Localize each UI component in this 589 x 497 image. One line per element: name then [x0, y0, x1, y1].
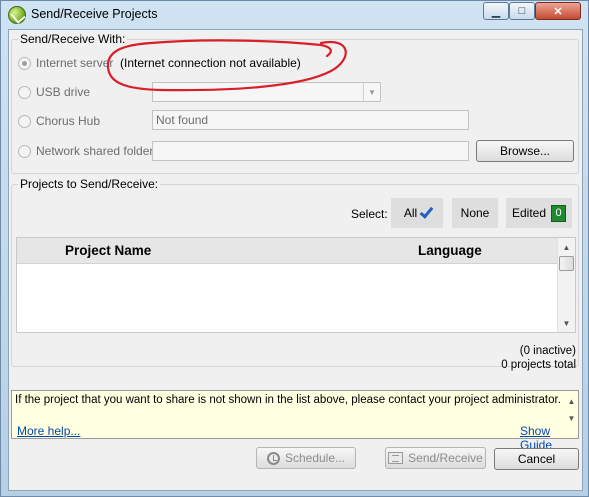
chevron-down-icon: ▼: [363, 83, 380, 101]
cancel-button[interactable]: Cancel: [494, 448, 579, 470]
more-help-link[interactable]: More help...: [17, 424, 80, 438]
network-folder-field[interactable]: [152, 141, 469, 161]
internet-status-text: (Internet connection not available): [120, 56, 301, 70]
window-title: Send/Receive Projects: [31, 7, 158, 21]
dialog-body: Send/Receive With: Internet server (Inte…: [8, 29, 583, 491]
title-bar[interactable]: Send/Receive Projects ▁ □ ✕: [1, 1, 588, 29]
select-edited-label: Edited: [511, 206, 547, 220]
maximize-button[interactable]: □: [509, 2, 535, 20]
send-receive-label: Send/Receive: [408, 451, 483, 465]
scroll-down-icon[interactable]: ▼: [558, 315, 575, 331]
projects-total: 0 projects total: [501, 359, 576, 371]
chorus-hub-radio[interactable]: [18, 115, 31, 128]
select-label: Select:: [351, 207, 388, 221]
chorus-hub-field: Not found: [152, 110, 469, 130]
send-receive-icon: [388, 452, 404, 464]
scroll-thumb[interactable]: [559, 256, 574, 271]
usb-drive-label: USB drive: [36, 85, 91, 99]
internet-server-label: Internet server: [36, 56, 114, 70]
scroll-up-icon[interactable]: ▲: [558, 239, 575, 255]
select-all-label: All: [403, 206, 418, 220]
info-panel: If the project that you want to share is…: [11, 390, 580, 452]
chorus-hub-label: Chorus Hub: [36, 114, 101, 128]
table-scrollbar[interactable]: ▲ ▼: [557, 238, 575, 332]
internet-server-radio[interactable]: [18, 57, 31, 70]
info-message: If the project that you want to share is…: [15, 394, 561, 406]
network-folder-radio[interactable]: [18, 145, 31, 158]
clock-icon: [266, 451, 280, 465]
table-header: Project Name Language: [17, 238, 558, 264]
select-none-button[interactable]: None: [452, 198, 498, 228]
info-scroll-up-icon[interactable]: ▲: [563, 393, 580, 409]
usb-drive-radio[interactable]: [18, 86, 31, 99]
close-button[interactable]: ✕: [535, 2, 581, 20]
projects-label: Projects to Send/Receive:: [18, 177, 161, 191]
select-all-button[interactable]: All: [391, 198, 443, 228]
app-logo-icon: [8, 6, 26, 24]
column-header-language[interactable]: Language: [418, 243, 482, 258]
column-header-project-name[interactable]: Project Name: [65, 243, 151, 258]
send-receive-window: Send/Receive Projects ▁ □ ✕ Send/Receive…: [0, 0, 589, 497]
edited-count-badge: 0: [551, 204, 567, 222]
browse-button[interactable]: Browse...: [476, 140, 574, 162]
schedule-button[interactable]: Schedule...: [256, 447, 356, 469]
projects-table[interactable]: Project Name Language ▲ ▼: [16, 237, 576, 333]
inactive-count: (0 inactive): [519, 345, 576, 357]
minimize-button[interactable]: ▁: [483, 2, 509, 20]
send-with-label: Send/Receive With:: [18, 32, 128, 46]
usb-drive-select[interactable]: ▼: [152, 82, 381, 102]
schedule-label: Schedule...: [284, 451, 346, 465]
send-receive-button[interactable]: Send/Receive: [385, 447, 486, 469]
select-edited-button[interactable]: Edited 0: [506, 198, 572, 228]
checkmark-icon: [419, 203, 434, 219]
network-folder-label: Network shared folder: [36, 144, 154, 158]
